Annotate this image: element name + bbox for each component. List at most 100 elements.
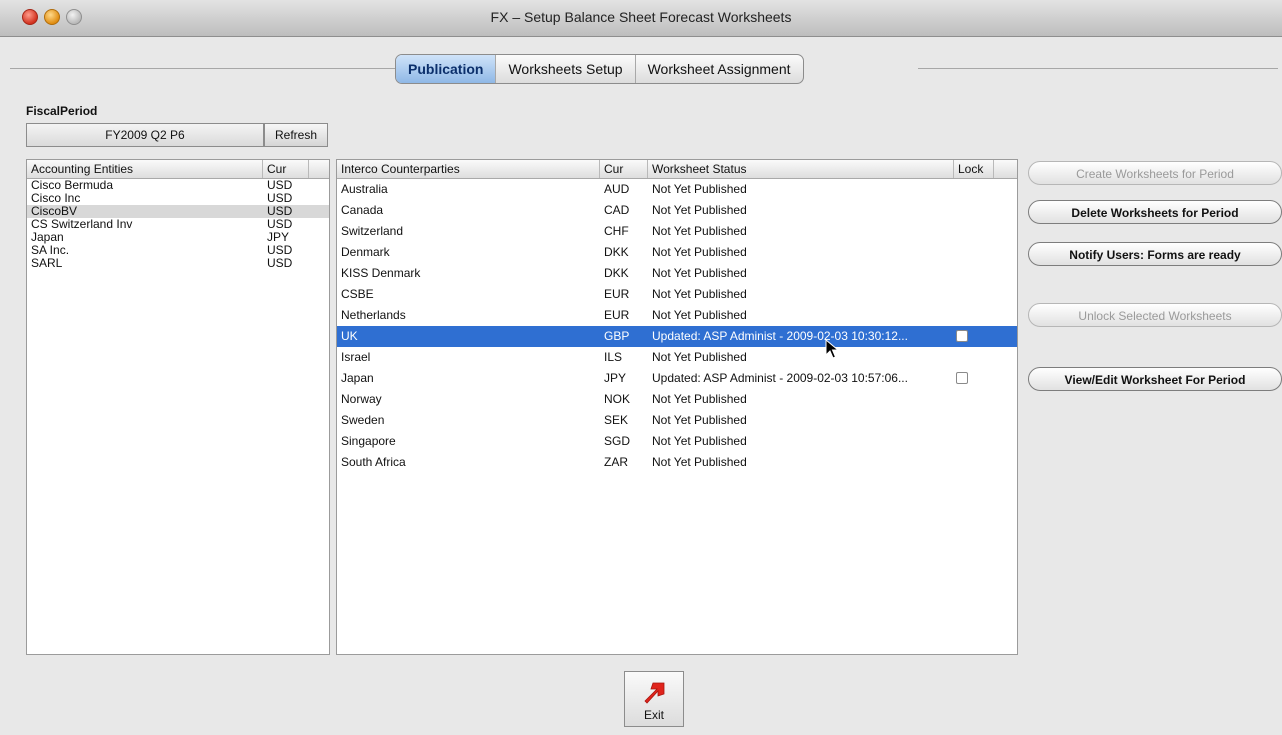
create-worksheets-button[interactable]: Create Worksheets for Period xyxy=(1028,161,1282,185)
table-row[interactable]: Japan JPY Updated: ASP Administ - 2009-02-… xyxy=(337,368,1017,389)
worksheet-status: Not Yet Published xyxy=(652,413,747,427)
table-row[interactable]: Sweden SEK Not Yet Published xyxy=(337,410,1017,431)
table-row[interactable]: SA Inc. USD xyxy=(27,244,329,257)
tab-bar: Publication Worksheets Setup Worksheet A… xyxy=(395,54,804,84)
counterparty-currency: ILS xyxy=(604,350,623,364)
table-row[interactable]: Switzerland CHF Not Yet Published xyxy=(337,221,1017,242)
table-row[interactable]: UK GBP Updated: ASP Administ - 2009-02-03 … xyxy=(337,326,1017,347)
counterparty-name: Switzerland xyxy=(341,224,404,238)
worksheet-status: Updated: ASP Administ - 2009-02-03 10:57… xyxy=(652,371,908,385)
title-bar: FX – Setup Balance Sheet Forecast Worksh… xyxy=(0,0,1282,37)
counterparty-currency: EUR xyxy=(604,308,630,322)
table-row[interactable]: SARL USD xyxy=(27,257,329,270)
tab-worksheets-setup[interactable]: Worksheets Setup xyxy=(496,55,636,83)
table-row[interactable]: Cisco Inc USD xyxy=(27,192,329,205)
delete-worksheets-button[interactable]: Delete Worksheets for Period xyxy=(1028,200,1282,224)
worksheet-status: Not Yet Published xyxy=(652,224,747,238)
table-row[interactable]: Cisco Bermuda USD xyxy=(27,179,329,192)
counterparty-name: Israel xyxy=(341,350,371,364)
counterparty-name: Canada xyxy=(341,203,384,217)
column-header-counterparty[interactable]: Interco Counterparties xyxy=(337,160,600,178)
worksheet-status: Not Yet Published xyxy=(652,266,747,280)
table-row[interactable]: Australia AUD Not Yet Published xyxy=(337,179,1017,200)
worksheet-status: Not Yet Published xyxy=(652,350,747,364)
entity-rows: Cisco Bermuda USD Cisco Inc USD CiscoBV USD CS… xyxy=(27,179,329,270)
counterparty-currency: AUD xyxy=(604,182,630,196)
counterparty-name: Australia xyxy=(341,182,388,196)
counterparty-currency: NOK xyxy=(604,392,631,406)
counterparty-name: KISS Denmark xyxy=(341,266,421,280)
fiscal-period-label: FiscalPeriod xyxy=(26,104,98,118)
entity-currency: USD xyxy=(267,244,293,257)
counterparty-currency: CAD xyxy=(604,203,630,217)
table-row[interactable]: KISS Denmark DKK Not Yet Published xyxy=(337,263,1017,284)
table-row[interactable]: Canada CAD Not Yet Published xyxy=(337,200,1017,221)
table-header: Interco Counterparties Cur Worksheet Sta… xyxy=(337,160,1017,179)
tab-divider-left xyxy=(10,68,395,69)
counterparty-currency: JPY xyxy=(604,371,627,385)
table-row[interactable]: Israel ILS Not Yet Published xyxy=(337,347,1017,368)
refresh-button[interactable]: Refresh xyxy=(264,123,328,147)
table-row[interactable]: Netherlands EUR Not Yet Published xyxy=(337,305,1017,326)
window-title: FX – Setup Balance Sheet Forecast Worksh… xyxy=(490,9,792,25)
worksheet-status: Not Yet Published xyxy=(652,245,747,259)
table-row[interactable]: South Africa ZAR Not Yet Published xyxy=(337,452,1017,473)
table-row[interactable]: Norway NOK Not Yet Published xyxy=(337,389,1017,410)
tab-publication[interactable]: Publication xyxy=(396,55,497,83)
exit-label: Exit xyxy=(643,708,664,722)
unlock-worksheets-button[interactable]: Unlock Selected Worksheets xyxy=(1028,303,1282,327)
column-header-cur[interactable]: Cur xyxy=(600,160,648,178)
counterparty-currency: DKK xyxy=(604,266,629,280)
entity-name: SARL xyxy=(31,257,63,270)
interco-counterparties-table: Interco Counterparties Cur Worksheet Sta… xyxy=(336,159,1018,655)
table-row[interactable]: Singapore SGD Not Yet Published xyxy=(337,431,1017,452)
counterparty-currency: CHF xyxy=(604,224,629,238)
counterparty-name: Japan xyxy=(341,371,374,385)
column-header-cur[interactable]: Cur xyxy=(263,160,309,178)
counterparty-name: Singapore xyxy=(341,434,396,448)
counterparty-currency: EUR xyxy=(604,287,630,301)
worksheet-status: Not Yet Published xyxy=(652,182,747,196)
exit-button[interactable]: Exit xyxy=(624,671,684,727)
tab-divider-right xyxy=(918,68,1278,69)
entity-name: CS Switzerland Inv xyxy=(31,218,133,231)
table-row[interactable]: CSBE EUR Not Yet Published xyxy=(337,284,1017,305)
counterparty-rows: Australia AUD Not Yet Published Canada CAD No… xyxy=(337,179,1017,473)
tab-worksheet-assignment[interactable]: Worksheet Assignment xyxy=(636,55,803,83)
view-edit-worksheet-button[interactable]: View/Edit Worksheet For Period xyxy=(1028,367,1282,391)
table-row[interactable]: CiscoBV USD xyxy=(27,205,329,218)
lock-checkbox[interactable] xyxy=(956,372,968,384)
worksheet-status: Not Yet Published xyxy=(652,392,747,406)
table-header: Accounting Entities Cur xyxy=(27,160,329,179)
notify-users-button[interactable]: Notify Users: Forms are ready xyxy=(1028,242,1282,266)
worksheet-status: Not Yet Published xyxy=(652,203,747,217)
lock-checkbox[interactable] xyxy=(956,330,968,342)
entity-currency: USD xyxy=(267,218,293,231)
fiscal-period-field[interactable]: FY2009 Q2 P6 xyxy=(26,123,264,147)
counterparty-currency: SGD xyxy=(604,434,631,448)
counterparty-name: Netherlands xyxy=(341,308,406,322)
counterparty-currency: ZAR xyxy=(604,455,628,469)
worksheet-status: Not Yet Published xyxy=(652,308,747,322)
entity-name: Cisco Inc xyxy=(31,192,81,205)
entity-name: Japan xyxy=(31,231,64,244)
table-row[interactable]: Denmark DKK Not Yet Published xyxy=(337,242,1017,263)
column-header-entity[interactable]: Accounting Entities xyxy=(27,160,263,178)
table-row[interactable]: Japan JPY xyxy=(27,231,329,244)
table-row[interactable]: CS Switzerland Inv USD xyxy=(27,218,329,231)
counterparty-currency: DKK xyxy=(604,245,629,259)
mouse-pointer-icon xyxy=(825,339,839,359)
entity-currency: JPY xyxy=(267,231,290,244)
counterparty-currency: SEK xyxy=(604,413,629,427)
entity-currency: USD xyxy=(267,257,293,270)
counterparty-name: Norway xyxy=(341,392,382,406)
entity-name: Cisco Bermuda xyxy=(31,179,114,192)
entity-currency: USD xyxy=(267,205,293,218)
entity-currency: USD xyxy=(267,179,293,192)
worksheet-status: Not Yet Published xyxy=(652,287,747,301)
counterparty-name: CSBE xyxy=(341,287,374,301)
column-header-worksheet-status[interactable]: Worksheet Status xyxy=(648,160,954,178)
worksheet-status: Updated: ASP Administ - 2009-02-03 10:30… xyxy=(652,329,908,343)
column-header-lock[interactable]: Lock xyxy=(954,160,994,178)
counterparty-name: South Africa xyxy=(341,455,406,469)
